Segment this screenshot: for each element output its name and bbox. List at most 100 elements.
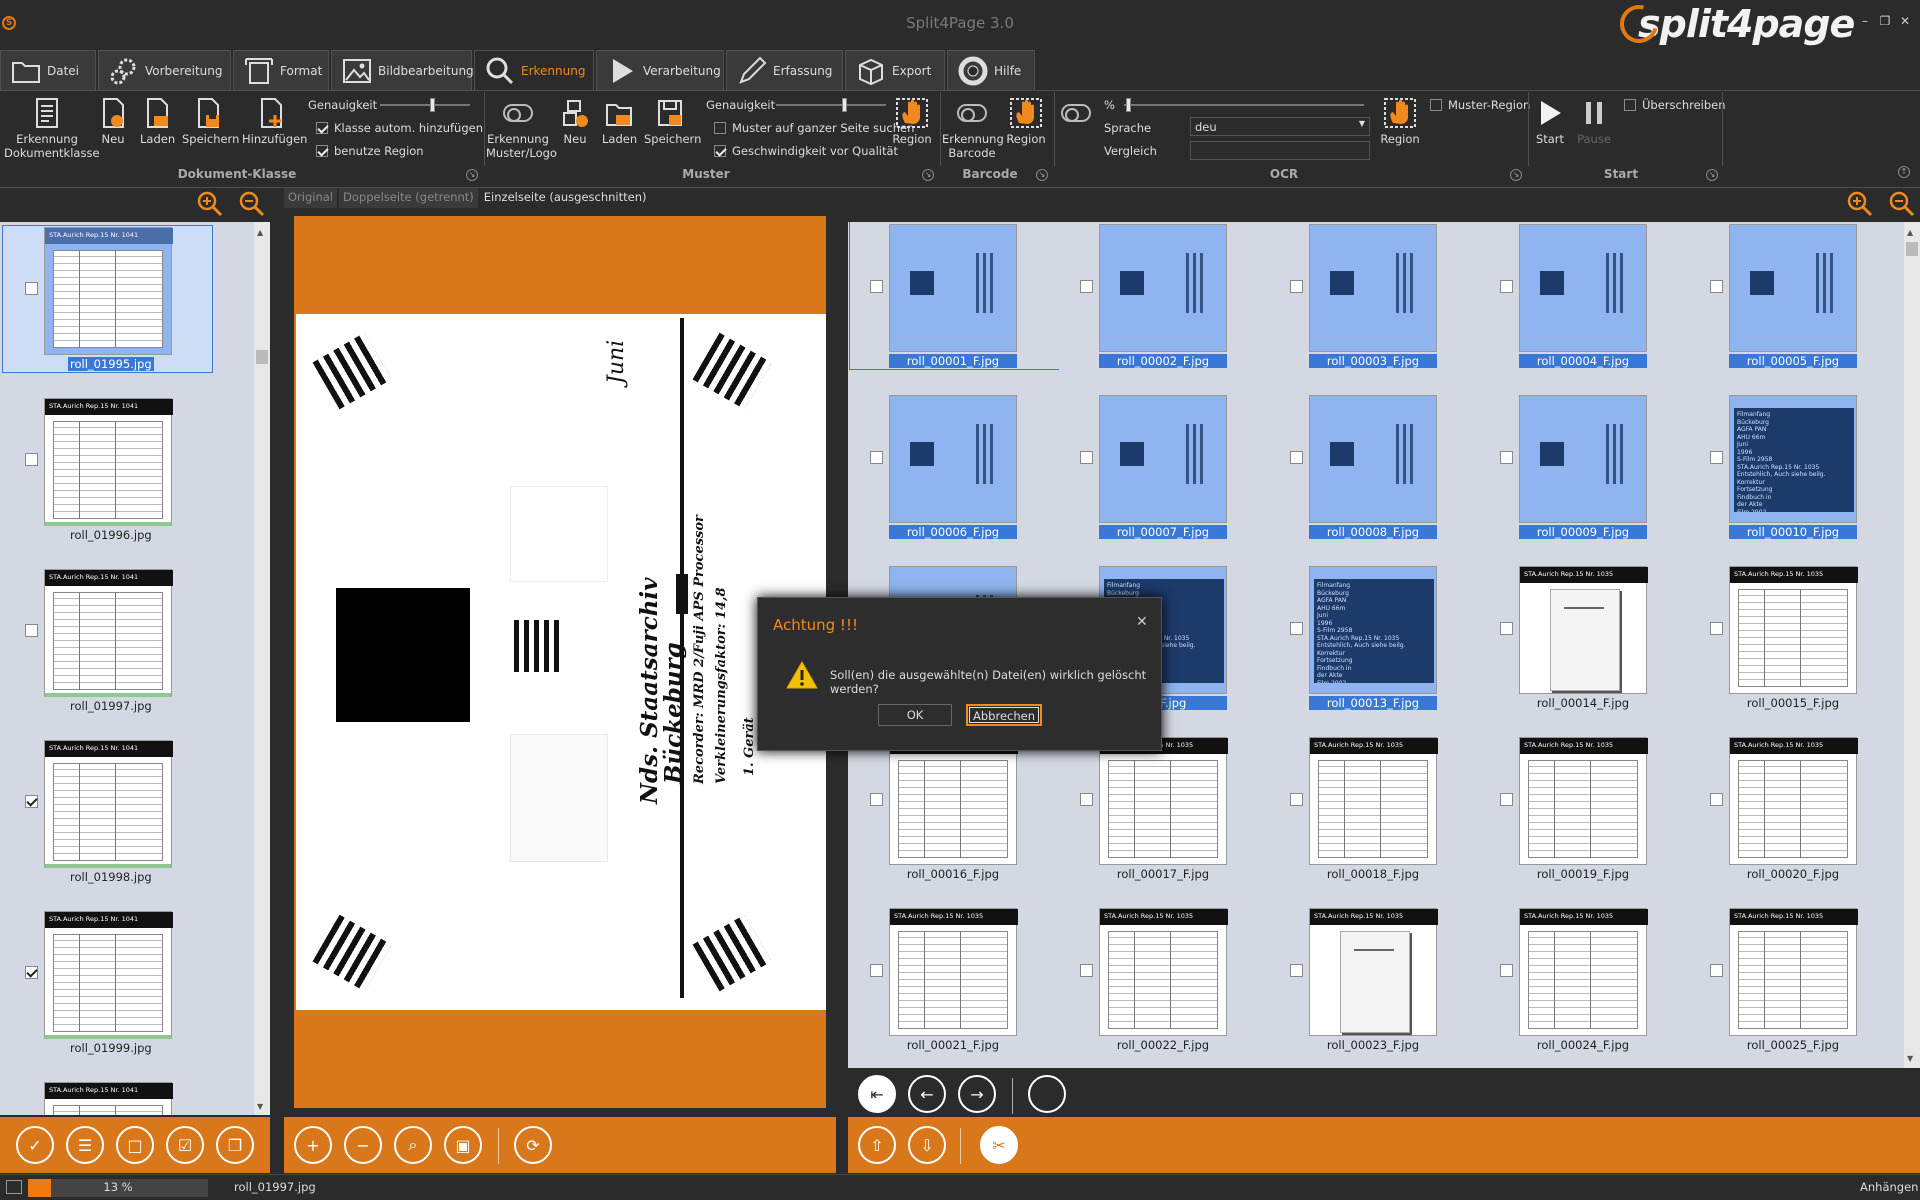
grid-checkbox[interactable] [1710, 793, 1723, 806]
cancel-button[interactable]: Abbrechen [966, 704, 1042, 726]
doc-class-speichern-button[interactable]: Speichern [182, 96, 239, 146]
muster-ganze-seite-checkbox[interactable]: Muster auf ganzer Seite suchen [714, 121, 914, 135]
grid-checkbox[interactable] [1080, 964, 1093, 977]
zoom-in-icon[interactable] [196, 190, 224, 221]
grid-thumbnail[interactable]: FilmanfangBückeburgAGFA PANAHU 66mJuni19… [1309, 566, 1437, 694]
delete-button[interactable]: ✂ [980, 1126, 1018, 1164]
grid-thumbnail[interactable] [1099, 395, 1227, 523]
tab-datei[interactable]: Datei [0, 50, 96, 90]
tab-hilfe[interactable]: Hilfe [947, 50, 1035, 90]
grid-checkbox[interactable] [1080, 793, 1093, 806]
nav-first-button[interactable]: ⇤ [858, 1075, 896, 1113]
grid-scrollbar[interactable]: ▲ ▼ [1904, 222, 1920, 1068]
grid-thumbnail[interactable] [1519, 395, 1647, 523]
grid-thumbnail[interactable]: STA.Aurich Rep.15 Nr. 1035 [1099, 908, 1228, 1036]
group-expand-icon[interactable]: ↘ [1036, 169, 1048, 181]
grid-thumbnail[interactable]: STA.Aurich Rep.15 Nr. 1035 [1729, 737, 1858, 865]
move-down-button[interactable]: ⇩ [908, 1126, 946, 1164]
close-icon[interactable]: ✕ [1136, 614, 1148, 630]
group-expand-icon[interactable]: ↘ [1706, 169, 1718, 181]
slider-knob[interactable] [430, 98, 435, 112]
grid-checkbox[interactable] [1500, 793, 1513, 806]
grid-checkbox[interactable] [1500, 451, 1513, 464]
erkennung-muster-logo-button[interactable]: Erkennung Muster/Logo [486, 96, 557, 160]
tab-format[interactable]: Format [233, 50, 329, 90]
preview-zoom-out-button[interactable]: − [344, 1126, 382, 1164]
file-checkbox[interactable] [25, 795, 38, 808]
nav-prev-button[interactable]: ← [908, 1075, 946, 1113]
deselect-button[interactable]: □ [116, 1126, 154, 1164]
grid-checkbox[interactable] [1500, 622, 1513, 635]
grid-checkbox[interactable] [1290, 451, 1303, 464]
nav-circle-button[interactable] [1028, 1075, 1066, 1113]
start-button[interactable]: Start [1532, 96, 1568, 146]
grid-checkbox[interactable] [1500, 964, 1513, 977]
view-tab-doppelseite[interactable]: Doppelseite (getrennt) [339, 188, 478, 208]
preview-zoom-in-button[interactable]: + [294, 1126, 332, 1164]
close-button[interactable]: ✕ [1896, 14, 1914, 30]
geschwindigkeit-checkbox[interactable]: Geschwindigkeit vor Qualität [714, 144, 898, 158]
ueberschreiben-checkbox[interactable]: Überschreiben [1624, 98, 1726, 112]
grid-checkbox[interactable] [1080, 280, 1093, 293]
grid-thumbnail[interactable]: STA.Aurich Rep.15 Nr. 1035 [1099, 737, 1228, 865]
grid-thumbnail[interactable]: STA.Aurich Rep.15 Nr. 1035 [889, 908, 1018, 1036]
minimize-button[interactable]: – [1856, 14, 1874, 30]
grid-zoom-in-icon[interactable] [1846, 190, 1874, 221]
muster-region-button[interactable]: Region [890, 96, 934, 146]
tab-bildbearbeitung[interactable]: Bildbearbeitung [331, 50, 474, 90]
slider-knob[interactable] [1126, 98, 1131, 112]
select-range-button[interactable]: ☰ [66, 1126, 104, 1164]
nav-next-button[interactable]: → [958, 1075, 996, 1113]
muster-neu-button[interactable]: Neu [558, 96, 592, 146]
select-all-button[interactable]: ✓ [16, 1126, 54, 1164]
tab-erkennung[interactable]: Erkennung [474, 50, 594, 90]
grid-checkbox[interactable] [870, 793, 883, 806]
grid-thumbnail[interactable]: STA.Aurich Rep.15 Nr. 1035 [1309, 737, 1438, 865]
muster-laden-button[interactable]: Laden [602, 96, 637, 146]
file-thumbnail[interactable]: STA.Aurich Rep.15 Nr. 1041 [44, 227, 173, 355]
grid-thumbnail[interactable]: STA.Aurich Rep.15 Nr. 1035 [889, 737, 1018, 865]
view-tab-original[interactable]: Original [284, 188, 338, 208]
doc-class-genauigkeit-slider[interactable] [380, 98, 470, 112]
collapse-ribbon-icon[interactable]: ↑ [1898, 166, 1910, 178]
grid-thumbnail[interactable] [1309, 224, 1437, 352]
left-scrollbar[interactable]: ▲ ▼ [254, 222, 270, 1115]
file-thumbnail[interactable]: STA.Aurich Rep.15 Nr. 1041 [44, 398, 173, 526]
file-thumbnail[interactable]: STA.Aurich Rep.15 Nr. 1041 [44, 911, 173, 1039]
doc-class-neu-button[interactable]: Neu [96, 96, 130, 146]
grid-thumbnail[interactable]: STA.Aurich Rep.15 Nr. 1035 [1729, 566, 1858, 694]
tab-verarbeitung[interactable]: Verarbeitung [596, 50, 724, 90]
grid-thumbnail[interactable] [889, 395, 1017, 523]
grid-thumbnail[interactable] [889, 224, 1017, 352]
move-up-button[interactable]: ⇧ [858, 1126, 896, 1164]
klasse-auto-checkbox[interactable]: Klasse autom. hinzufügen [316, 121, 483, 135]
group-expand-icon[interactable]: ↘ [1510, 169, 1522, 181]
grid-thumbnail[interactable] [1519, 224, 1647, 352]
ocr-percent-slider[interactable] [1124, 98, 1364, 112]
copy-button[interactable]: ❐ [216, 1126, 254, 1164]
grid-checkbox[interactable] [1080, 451, 1093, 464]
grid-thumbnail[interactable]: STA.Aurich Rep.15 Nr. 1035 [1729, 908, 1858, 1036]
pause-button[interactable]: Pause [1576, 96, 1612, 146]
grid-checkbox[interactable] [1290, 964, 1303, 977]
grid-thumbnail[interactable] [1099, 224, 1227, 352]
grid-thumbnail[interactable]: STA.Aurich Rep.15 Nr. 1035 [1519, 737, 1648, 865]
preview-zoom-100-button[interactable]: ⌕ [394, 1126, 432, 1164]
tab-vorbereitung[interactable]: Vorbereitung [98, 50, 231, 90]
erkennung-dokumentklasse-button[interactable]: Erkennung Dokumentklasse [4, 96, 100, 160]
preview-rotate-button[interactable]: ⟳ [514, 1126, 552, 1164]
view-tab-einzelseite[interactable]: Einzelseite (ausgeschnitten) [480, 188, 651, 208]
file-checkbox[interactable] [25, 624, 38, 637]
sprache-select[interactable]: deu ▼ [1190, 117, 1370, 136]
file-checkbox[interactable] [25, 282, 38, 295]
zoom-out-icon[interactable] [238, 190, 266, 221]
grid-thumbnail[interactable]: STA.Aurich Rep.15 Nr. 1035 [1309, 908, 1438, 1036]
barcode-region-button[interactable]: Region [1004, 96, 1048, 146]
grid-thumbnail[interactable]: STA.Aurich Rep.15 Nr. 1035 [1519, 908, 1648, 1036]
group-expand-icon[interactable]: ↘ [466, 169, 478, 181]
erkennung-barcode-button[interactable]: Erkennung Barcode [942, 96, 1004, 160]
file-checkbox[interactable] [25, 453, 38, 466]
grid-checkbox[interactable] [1290, 622, 1303, 635]
grid-checkbox[interactable] [1710, 280, 1723, 293]
grid-checkbox[interactable] [1290, 280, 1303, 293]
